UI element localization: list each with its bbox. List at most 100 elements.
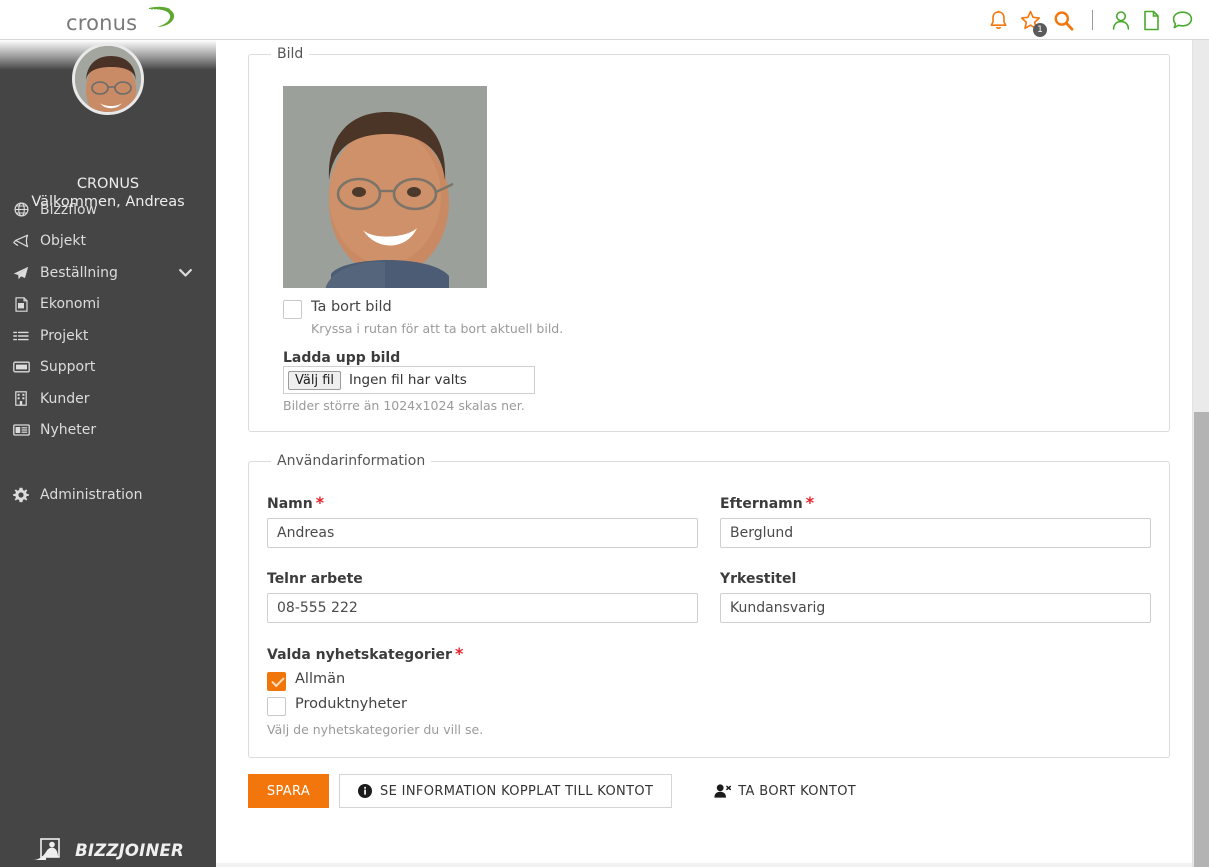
bizzjoiner-bizz: BIZZ (75, 841, 118, 860)
upload-group: Ladda upp bild Välj fil Ingen fil har va… (283, 350, 1151, 413)
sidebar-item-projekt[interactable]: Projekt (0, 320, 216, 352)
document-icon[interactable] (1143, 10, 1160, 31)
star-icon[interactable]: 1 (1020, 10, 1041, 31)
globe-icon (11, 202, 31, 218)
first-name-field[interactable]: Andreas (267, 518, 698, 548)
category-label-allman: Allmän (295, 671, 345, 687)
sidebar-org-name: CRONUS (0, 176, 216, 192)
save-button[interactable]: SPARA (248, 774, 329, 808)
tag-icon (11, 233, 31, 249)
file-input[interactable]: Välj fil Ingen fil har valts (283, 366, 535, 394)
sidebar-nav: Bizzflow Objekt Beställning (0, 194, 216, 511)
sidebar: CRONUS Välkommen, Andreas Bizzflow (0, 40, 216, 867)
sidebar-item-nyheter[interactable]: Nyheter (0, 415, 216, 447)
required-marker: * (455, 644, 463, 663)
page-scrollbar[interactable] (1192, 40, 1209, 867)
sidebar-item-support[interactable]: Support (0, 352, 216, 384)
sidebar-item-label: Administration (40, 487, 142, 503)
sidebar-item-label: Ekonomi (40, 296, 100, 312)
user-icon[interactable] (1111, 10, 1131, 31)
first-name-label: Namn (267, 496, 313, 512)
profile-photo (283, 86, 487, 288)
choose-file-button[interactable]: Välj fil (288, 371, 341, 390)
delete-account-label: TA BORT KONTOT (738, 784, 856, 799)
sidebar-item-administration[interactable]: Administration (0, 479, 216, 511)
remove-image-label: Ta bort bild (311, 299, 392, 315)
user-remove-icon (714, 784, 731, 798)
main-content: Bild (216, 40, 1192, 867)
news-categories-group: Valda nyhetskategorier* Allmän Produktny… (267, 644, 1151, 737)
user-info-fieldset-legend: Användarinformation (271, 453, 431, 469)
sidebar-item-label: Support (40, 359, 95, 375)
bizzjoiner-joiner: JOINER (119, 841, 184, 860)
bizzjoiner-logo: BIZZJOINER (0, 837, 216, 863)
sidebar-item-bizzflow[interactable]: Bizzflow (0, 194, 216, 226)
required-marker: * (806, 493, 814, 512)
scrollbar-thumb[interactable] (1194, 412, 1209, 867)
file-status-text: Ingen fil har valts (349, 372, 467, 388)
top-icon-bar: 1 (989, 0, 1193, 40)
required-marker: * (316, 493, 324, 512)
job-title-label: Yrkestitel (720, 571, 796, 587)
info-icon (358, 784, 372, 798)
sidebar-item-label: Beställning (40, 265, 118, 281)
sidebar-item-label: Nyheter (40, 422, 96, 438)
upload-label: Ladda upp bild (283, 350, 1151, 366)
category-checkbox-allman[interactable] (267, 672, 286, 691)
sidebar-item-label: Bizzflow (40, 202, 97, 218)
avatar[interactable] (72, 43, 144, 115)
building-icon (11, 391, 31, 407)
name-row: Namn* Andreas Efternamn* Berglund (267, 493, 1151, 548)
sidebar-item-bestallning[interactable]: Beställning (0, 257, 216, 289)
upload-hint: Bilder större än 1024x1024 skalas ner. (283, 398, 1151, 413)
image-fieldset: Bild (248, 46, 1170, 432)
cronus-logo: cronus (66, 6, 176, 36)
bizzjoiner-mark-icon (32, 837, 68, 863)
avatar-container (0, 43, 216, 115)
cronus-logo-text: cronus (66, 11, 137, 35)
account-info-button[interactable]: SE INFORMATION KOPPLAT TILL KONTOT (339, 774, 672, 808)
cronus-swoosh-icon (146, 6, 176, 28)
news-categories-helper: Välj de nyhetskategorier du vill se. (267, 722, 1151, 737)
bottom-edge (216, 863, 1192, 867)
remove-image-helper: Kryssa i rutan för att ta bort aktuell b… (311, 321, 1151, 336)
sidebar-item-ekonomi[interactable]: Ekonomi (0, 289, 216, 321)
sidebar-item-objekt[interactable]: Objekt (0, 226, 216, 258)
action-buttons: SPARA SE INFORMATION KOPPLAT TILL KONTOT (248, 774, 1192, 808)
icon-divider (1092, 10, 1093, 30)
top-bar: cronus 1 (0, 0, 1209, 40)
remove-image-checkbox[interactable] (283, 300, 302, 319)
star-badge-count: 1 (1033, 23, 1047, 37)
remove-image-row: Ta bort bild (283, 299, 1151, 319)
newspaper-icon (11, 422, 31, 438)
account-info-label: SE INFORMATION KOPPLAT TILL KONTOT (380, 784, 653, 799)
work-phone-group: Telnr arbete 08-555 222 (267, 568, 698, 623)
work-phone-field[interactable]: 08-555 222 (267, 593, 698, 623)
paper-plane-icon (11, 265, 31, 281)
last-name-group: Efternamn* Berglund (720, 493, 1151, 548)
sidebar-item-kunder[interactable]: Kunder (0, 383, 216, 415)
user-info-fieldset: Användarinformation Namn* Andreas Eftern… (248, 453, 1170, 758)
category-row-allman: Allmän (267, 671, 1151, 691)
bell-icon[interactable] (989, 10, 1008, 31)
category-row-produktnyheter: Produktnyheter (267, 696, 1151, 716)
search-icon[interactable] (1053, 10, 1074, 31)
image-fieldset-legend: Bild (271, 46, 309, 62)
sidebar-item-label: Kunder (40, 391, 90, 407)
work-phone-label: Telnr arbete (267, 571, 363, 587)
first-name-group: Namn* Andreas (267, 493, 698, 548)
chevron-down-icon[interactable] (179, 268, 192, 277)
content-right-edge (1191, 40, 1192, 867)
category-label-produktnyheter: Produktnyheter (295, 696, 407, 712)
contact-row: Telnr arbete 08-555 222 Yrkestitel Kunda… (267, 568, 1151, 623)
bizzjoiner-text: BIZZJOINER (75, 841, 184, 860)
sidebar-item-label: Projekt (40, 328, 88, 344)
delete-account-button[interactable]: TA BORT KONTOT (704, 774, 866, 808)
last-name-field[interactable]: Berglund (720, 518, 1151, 548)
ticket-icon (11, 359, 31, 375)
last-name-label: Efternamn (720, 496, 803, 512)
category-checkbox-produktnyheter[interactable] (267, 697, 286, 716)
chat-icon[interactable] (1172, 10, 1193, 30)
job-title-field[interactable]: Kundansvarig (720, 593, 1151, 623)
job-title-group: Yrkestitel Kundansvarig (720, 568, 1151, 623)
